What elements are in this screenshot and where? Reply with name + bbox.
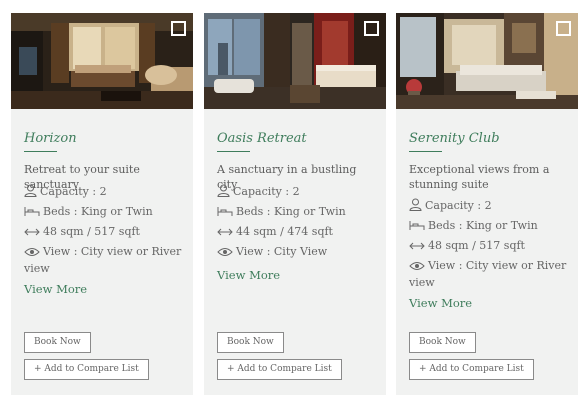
title-underline xyxy=(409,151,442,152)
beds-text: Beds : King or Twin xyxy=(428,219,538,232)
capacity-text: Capacity : 2 xyxy=(425,199,492,212)
view-more-link[interactable]: View More xyxy=(217,268,280,282)
room-photo-oasis-retreat[interactable] xyxy=(204,13,386,109)
beds-row: Beds : King or Twin xyxy=(409,218,571,235)
room-title[interactable]: Horizon xyxy=(24,131,77,146)
room-card-serenity-club: Serenity Club Exceptional views from a s… xyxy=(396,13,578,395)
user-icon xyxy=(24,184,37,201)
eye-icon xyxy=(217,246,233,261)
size-row: 48 sqm / 517 sqft xyxy=(409,238,571,255)
compare-checkbox[interactable] xyxy=(364,21,379,36)
book-now-button[interactable]: Book Now xyxy=(217,332,284,353)
title-underline xyxy=(24,151,57,152)
view-more-link[interactable]: View More xyxy=(409,296,472,310)
book-now-button[interactable]: Book Now xyxy=(409,332,476,353)
view-text: View : City view or River view xyxy=(24,245,182,275)
size-row: 48 sqm / 517 sqft xyxy=(24,224,186,241)
capacity-text: Capacity : 2 xyxy=(233,185,300,198)
add-to-compare-button[interactable]: + Add to Compare List xyxy=(409,359,534,380)
view-row: View : City view or River view xyxy=(24,244,186,276)
capacity-text: Capacity : 2 xyxy=(40,185,107,198)
double-arrow-icon xyxy=(24,226,40,241)
size-row: 44 sqm / 474 sqft xyxy=(217,224,379,241)
book-now-button[interactable]: Book Now xyxy=(24,332,91,353)
capacity-row: Capacity : 2 xyxy=(409,198,571,215)
room-photo-horizon[interactable] xyxy=(11,13,193,109)
add-to-compare-button[interactable]: + Add to Compare List xyxy=(217,359,342,380)
eye-icon xyxy=(24,246,40,261)
view-more-link[interactable]: View More xyxy=(24,282,87,296)
room-description: Exceptional views from a stunning suite xyxy=(409,163,550,191)
view-row: View : City View xyxy=(217,244,379,261)
bed-icon xyxy=(217,206,233,221)
user-icon xyxy=(409,198,422,215)
view-row: View : City view or River view xyxy=(409,258,571,290)
capacity-row: Capacity : 2 xyxy=(217,184,379,201)
room-title[interactable]: Serenity Club xyxy=(409,131,500,146)
size-text: 48 sqm / 517 sqft xyxy=(43,225,140,238)
room-title[interactable]: Oasis Retreat xyxy=(217,131,307,146)
title-underline xyxy=(217,151,250,152)
beds-text: Beds : King or Twin xyxy=(43,205,153,218)
room-card-horizon: Horizon Retreat to your suite sanctuary … xyxy=(11,13,193,395)
compare-checkbox[interactable] xyxy=(556,21,571,36)
view-text: View : City view or River view xyxy=(409,259,567,289)
view-text: View : City View xyxy=(236,245,328,258)
eye-icon xyxy=(409,260,425,275)
double-arrow-icon xyxy=(217,226,233,241)
add-to-compare-button[interactable]: + Add to Compare List xyxy=(24,359,149,380)
user-icon xyxy=(217,184,230,201)
capacity-row: Capacity : 2 xyxy=(24,184,186,201)
beds-text: Beds : King or Twin xyxy=(236,205,346,218)
double-arrow-icon xyxy=(409,240,425,255)
room-card-oasis-retreat: Oasis Retreat A sanctuary in a bustling … xyxy=(204,13,386,395)
size-text: 44 sqm / 474 sqft xyxy=(236,225,333,238)
compare-checkbox[interactable] xyxy=(171,21,186,36)
bed-icon xyxy=(24,206,40,221)
beds-row: Beds : King or Twin xyxy=(24,204,186,221)
room-photo-serenity-club[interactable] xyxy=(396,13,578,109)
size-text: 48 sqm / 517 sqft xyxy=(428,239,525,252)
beds-row: Beds : King or Twin xyxy=(217,204,379,221)
bed-icon xyxy=(409,220,425,235)
